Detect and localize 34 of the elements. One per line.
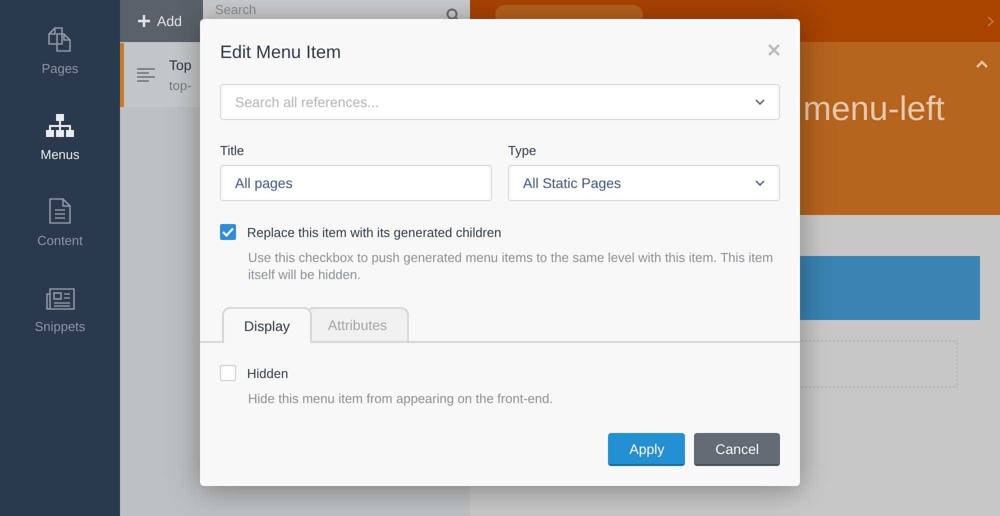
field-label: Title xyxy=(220,143,246,158)
apply-button[interactable]: Apply xyxy=(608,433,686,466)
pages-icon xyxy=(46,25,74,53)
sitemap-icon xyxy=(46,113,74,139)
tab[interactable]: Display xyxy=(222,307,312,343)
type-dropdown[interactable]: All Static Pages xyxy=(508,165,780,201)
add-button[interactable]: Add xyxy=(120,0,203,42)
sidebar-item[interactable]: Menus xyxy=(0,98,120,162)
help-text: Hide this menu item from appearing on the front-end. xyxy=(248,390,554,407)
cancel-button[interactable]: Cancel xyxy=(694,433,780,466)
checkbox[interactable] xyxy=(220,224,236,240)
menu-title: Top xyxy=(169,57,192,73)
search-icon xyxy=(446,8,460,22)
chevron-up-icon[interactable] xyxy=(976,60,988,68)
menu-code: top- xyxy=(169,78,192,93)
chevron-down-icon xyxy=(755,99,765,105)
title-field[interactable]: All pages xyxy=(220,165,492,201)
document-icon xyxy=(48,197,72,225)
close-icon[interactable] xyxy=(768,44,780,56)
lines-icon xyxy=(137,67,155,83)
field-label: Type xyxy=(508,143,538,158)
sidebar-item[interactable]: Content xyxy=(0,184,120,248)
checkbox[interactable] xyxy=(220,365,236,381)
help-text: Use this checkbox to push generated menu items to the same level with this item. This item itself will be hidden. xyxy=(248,249,774,283)
sidebar-item[interactable]: Snippets xyxy=(0,270,120,334)
checkbox-label: Hidden xyxy=(247,366,288,380)
plus-icon xyxy=(138,15,150,27)
chevron-down-icon xyxy=(755,180,765,186)
chevron-right-icon[interactable] xyxy=(987,16,994,26)
dialog-title: Edit Menu Item xyxy=(220,42,342,63)
sidebar-item[interactable]: Pages xyxy=(0,12,120,76)
checkbox-label: Replace this item with its generated children xyxy=(247,224,502,240)
menu-heading: menu-left xyxy=(803,90,945,129)
newspaper-icon xyxy=(44,287,76,311)
